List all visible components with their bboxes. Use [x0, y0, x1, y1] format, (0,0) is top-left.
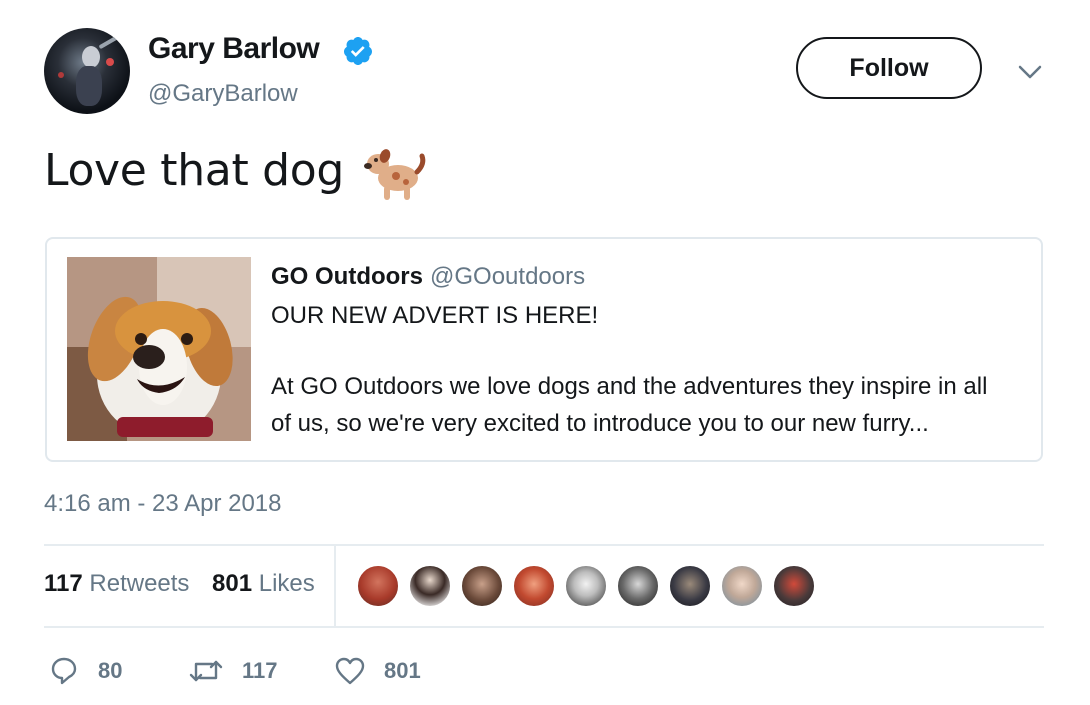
beagle-dog-photo[interactable]: [67, 257, 251, 441]
dog-emoji-icon: [364, 149, 426, 200]
liker-avatar[interactable]: [356, 564, 400, 608]
retweet-button[interactable]: 117: [188, 656, 288, 686]
tweet-text: Love that dog: [44, 145, 344, 196]
liker-avatar[interactable]: [616, 564, 660, 608]
liker-avatar[interactable]: [772, 564, 816, 608]
divider: [44, 626, 1044, 628]
retweets-count: 117: [44, 570, 83, 597]
chevron-down-icon[interactable]: [1016, 60, 1044, 84]
author-handle[interactable]: @GaryBarlow: [148, 80, 298, 108]
retweet-count: 117: [242, 658, 278, 683]
quoted-text-line-1: OUR NEW ADVERT IS HERE!: [271, 302, 599, 329]
quoted-text-line-3: of us, so we're very excited to introduc…: [271, 410, 929, 437]
liker-avatar[interactable]: [720, 564, 764, 608]
liker-avatar[interactable]: [408, 564, 452, 608]
like-button[interactable]: 801: [334, 656, 434, 686]
heart-icon: [335, 657, 365, 685]
retweets-label: Retweets: [89, 570, 190, 597]
retweets-stat[interactable]: 117 Retweets: [44, 570, 189, 598]
liker-avatar[interactable]: [668, 564, 712, 608]
likes-stat[interactable]: 801 Likes: [212, 570, 315, 598]
verified-badge-icon: [343, 37, 372, 65]
tweet-timestamp[interactable]: 4:16 am - 23 Apr 2018: [44, 490, 282, 518]
author-name[interactable]: Gary Barlow: [148, 32, 320, 66]
liker-avatar[interactable]: [460, 564, 504, 608]
follow-button[interactable]: Follow: [796, 37, 982, 99]
divider: [44, 544, 1044, 546]
like-count: 801: [384, 658, 421, 683]
quoted-author-handle[interactable]: @GOoutdoors: [430, 263, 585, 291]
dog-photo-icon: [67, 257, 251, 441]
likes-label: Likes: [258, 570, 315, 597]
reply-count: 80: [98, 658, 123, 683]
stats-divider: [334, 546, 336, 626]
retweet-icon: [189, 660, 223, 682]
liker-avatar[interactable]: [512, 564, 556, 608]
author-avatar[interactable]: [44, 28, 130, 114]
liker-avatar[interactable]: [564, 564, 608, 608]
reply-icon: [51, 657, 77, 685]
quoted-author-name[interactable]: GO Outdoors: [271, 263, 423, 291]
quoted-text-line-2: At GO Outdoors we love dogs and the adve…: [271, 373, 988, 400]
reply-button[interactable]: 80: [50, 656, 130, 686]
likes-count: 801: [212, 570, 253, 597]
